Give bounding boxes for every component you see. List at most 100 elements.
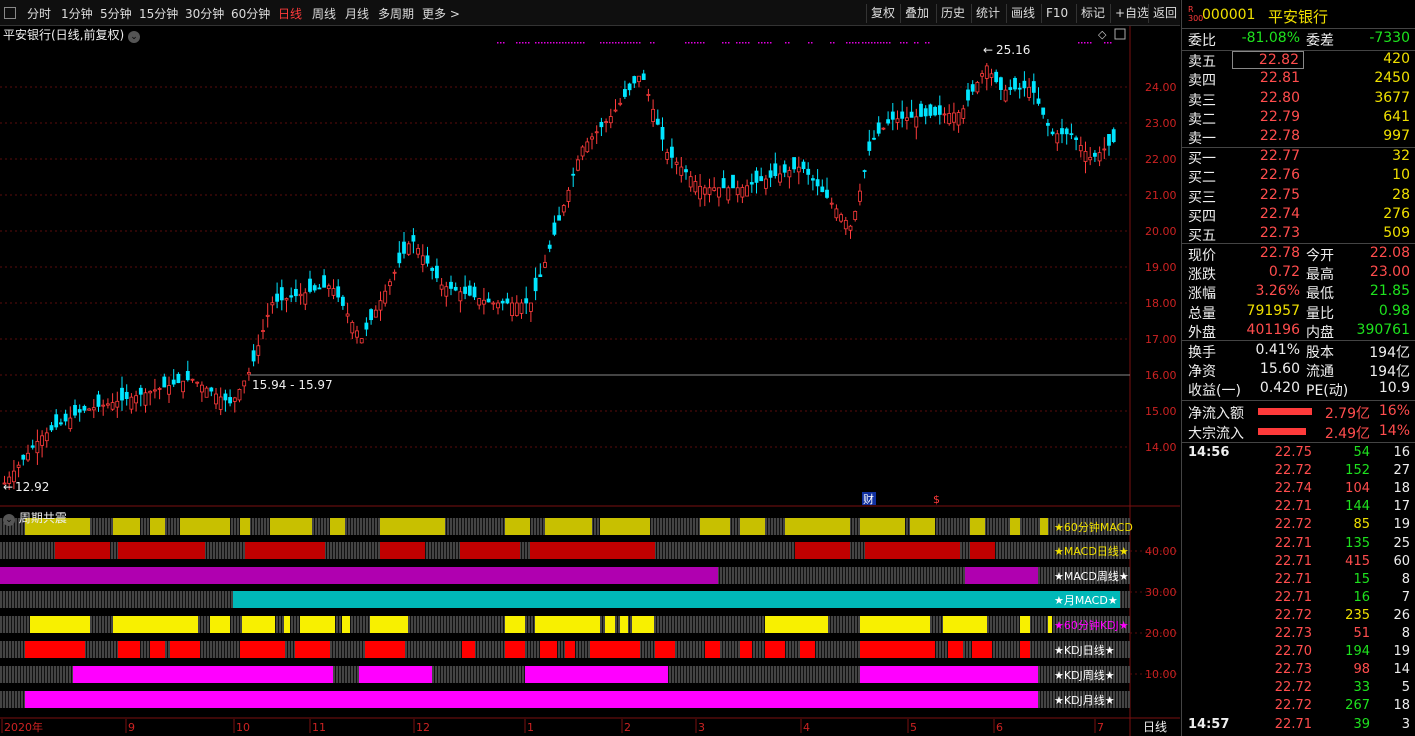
buy-level-row[interactable]: 买二 22.76 10 bbox=[1182, 167, 1415, 186]
candle-body bbox=[604, 121, 608, 124]
signal-dot bbox=[868, 42, 870, 44]
candle-body bbox=[120, 387, 124, 401]
period-5min[interactable]: 5分钟 bbox=[100, 6, 132, 22]
panel-toggle-icon[interactable] bbox=[4, 7, 16, 19]
candle-body bbox=[434, 265, 439, 279]
period-60min[interactable]: 60分钟 bbox=[231, 6, 270, 22]
indicator-segment bbox=[700, 518, 730, 535]
buy-level-row[interactable]: 买一 22.77 32 bbox=[1182, 148, 1415, 167]
candle-body bbox=[373, 309, 378, 318]
period-weekly[interactable]: 周线 bbox=[312, 6, 336, 22]
sell-level-row[interactable]: 卖三 22.80 3677 bbox=[1182, 90, 1415, 109]
indicator-segment bbox=[380, 542, 425, 559]
finance-marker-label: 财 bbox=[863, 492, 874, 506]
sell-level-row[interactable]: 卖一 22.78 997 bbox=[1182, 128, 1415, 147]
candle-body bbox=[585, 141, 590, 153]
candle-body bbox=[35, 440, 40, 454]
chevron-down-icon[interactable]: ⌄ bbox=[3, 514, 15, 526]
high-label: 25.16 bbox=[996, 43, 1030, 57]
diamond-icon[interactable]: ◇ bbox=[1098, 28, 1107, 41]
period-daily[interactable]: 日线 bbox=[278, 6, 302, 22]
btn-tongji[interactable]: 统计 bbox=[971, 4, 1004, 23]
signal-dot bbox=[603, 42, 605, 44]
indicator-title[interactable]: ⌄ 周期共震 bbox=[3, 509, 67, 526]
candle-body bbox=[406, 243, 411, 255]
candle-body bbox=[693, 181, 698, 193]
sell-level-row[interactable]: 卖四 22.81 2450 bbox=[1182, 70, 1415, 89]
candle-body bbox=[909, 111, 914, 118]
buy-level-row[interactable]: 买三 22.75 28 bbox=[1182, 187, 1415, 206]
candle-body bbox=[68, 417, 73, 430]
period-multi[interactable]: 多周期 bbox=[378, 6, 414, 22]
candle-body bbox=[477, 298, 482, 306]
candle-body bbox=[364, 322, 369, 330]
candle-body bbox=[1078, 145, 1083, 152]
indicator-segment bbox=[0, 567, 718, 584]
book-volume: 3677 bbox=[1374, 89, 1410, 106]
candle-body bbox=[862, 170, 867, 172]
btn-lishi[interactable]: 历史 bbox=[936, 4, 969, 23]
candle-body bbox=[632, 76, 637, 84]
candle-body bbox=[298, 293, 303, 297]
book-volume: 997 bbox=[1383, 128, 1410, 145]
candle-body bbox=[472, 286, 477, 298]
buy-level-row[interactable]: 买四 22.74 276 bbox=[1182, 206, 1415, 225]
weibi-value: -81.08% bbox=[1241, 30, 1300, 46]
candle-body bbox=[876, 122, 881, 134]
kline-chart[interactable]: 24.00 23.00 22.00 21.00 20.00 19.00 18.00 17.00… bbox=[0, 26, 1180, 736]
tick-row: 22.74 104 18 bbox=[1274, 481, 1410, 497]
signal-dot bbox=[849, 42, 851, 44]
buy-level-row[interactable]: 买五 22.73 509 bbox=[1182, 225, 1415, 244]
indicator-segment bbox=[972, 641, 992, 658]
dividend-marker[interactable]: $ bbox=[933, 493, 940, 506]
btn-f10[interactable]: F10 bbox=[1041, 4, 1072, 23]
candle-body bbox=[148, 390, 153, 394]
indicator-segment bbox=[118, 542, 205, 559]
btn-huaxian[interactable]: 画线 bbox=[1006, 4, 1039, 23]
candle-body bbox=[1069, 133, 1074, 136]
book-volume: 641 bbox=[1383, 108, 1410, 125]
indicator-segment bbox=[545, 518, 592, 535]
chevron-down-icon[interactable]: ⌄ bbox=[128, 31, 141, 43]
ind-y-tick-label: 20.00 bbox=[1145, 627, 1177, 640]
low-arrow-icon: ← bbox=[3, 480, 13, 494]
sell-level-row[interactable]: 卖二 22.79 641 bbox=[1182, 109, 1415, 128]
candle-body bbox=[787, 170, 792, 178]
period-fenshi[interactable]: 分时 bbox=[27, 6, 51, 22]
period-30min[interactable]: 30分钟 bbox=[185, 6, 224, 22]
btn-fuquan[interactable]: 复权 bbox=[866, 4, 899, 23]
candle-body bbox=[796, 166, 801, 173]
candle-body bbox=[439, 284, 444, 290]
btn-zixuan[interactable]: +自选 bbox=[1110, 4, 1153, 23]
candle-body bbox=[49, 425, 54, 431]
candle-body bbox=[665, 152, 670, 160]
candle-body bbox=[496, 302, 500, 309]
window-icon[interactable] bbox=[1114, 28, 1126, 40]
book-level-label: 卖二 bbox=[1188, 111, 1216, 128]
candle-body bbox=[138, 387, 143, 395]
indicator-segment bbox=[860, 518, 905, 535]
btn-biaoji[interactable]: 标记 bbox=[1076, 4, 1109, 23]
candle-body bbox=[1041, 107, 1046, 115]
signal-dot bbox=[609, 42, 611, 44]
sell-level-row[interactable]: 卖五 22.82 420 bbox=[1182, 51, 1415, 70]
signal-dot bbox=[636, 42, 638, 44]
btn-fanhui[interactable]: 返回 bbox=[1148, 4, 1181, 23]
book-level-label: 卖一 bbox=[1188, 131, 1216, 148]
signal-dot bbox=[917, 42, 919, 44]
signal-dot bbox=[770, 42, 772, 44]
candle-body bbox=[458, 291, 463, 302]
period-15min[interactable]: 15分钟 bbox=[139, 6, 178, 22]
signal-dot bbox=[541, 42, 543, 44]
period-monthly[interactable]: 月线 bbox=[345, 6, 369, 22]
candle-body bbox=[340, 296, 345, 306]
quote-stat-row: 现价 22.78 今开 22.08 bbox=[1188, 245, 1410, 264]
more-menu[interactable]: 更多 > bbox=[422, 6, 460, 22]
indicator-segment bbox=[118, 641, 140, 658]
signal-dot bbox=[808, 42, 810, 44]
btn-diejia[interactable]: 叠加 bbox=[900, 4, 933, 23]
candle-body bbox=[1097, 152, 1102, 162]
indicator-segment bbox=[948, 641, 963, 658]
indicator-row-label: ★月MACD★ bbox=[1054, 594, 1118, 607]
period-1min[interactable]: 1分钟 bbox=[61, 6, 93, 22]
